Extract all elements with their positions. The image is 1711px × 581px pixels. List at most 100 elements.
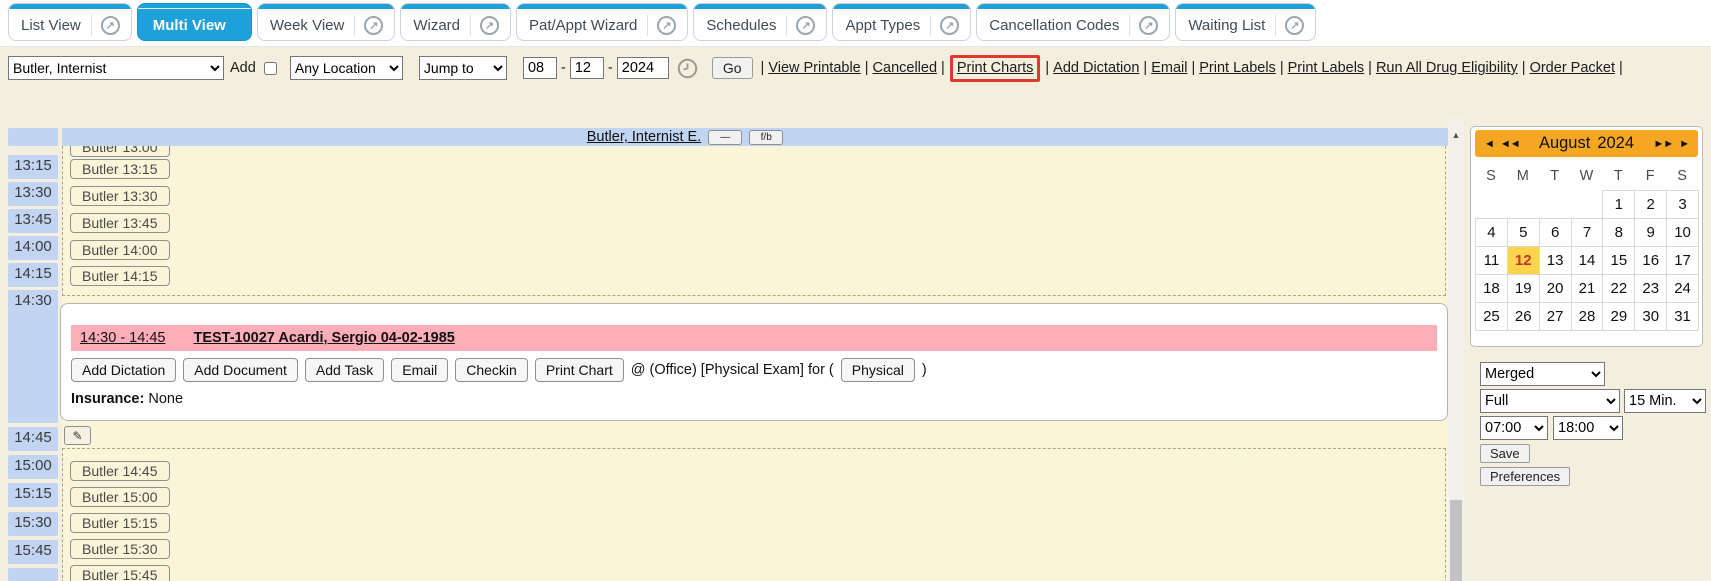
slot-button-butler-14-00[interactable]: Butler 14:00 [70, 240, 170, 260]
day-cell-14[interactable]: 14 [1571, 246, 1604, 275]
day-cell-4[interactable]: 4 [1475, 218, 1508, 247]
day-cell-22[interactable]: 22 [1602, 274, 1635, 303]
external-link-icon[interactable]: ↗ [480, 16, 499, 35]
slot-button-butler-13-45[interactable]: Butler 13:45 [70, 213, 170, 233]
day-cell-24[interactable]: 24 [1666, 274, 1699, 303]
tab-wizard[interactable]: Wizard↗ [400, 3, 511, 41]
scrollbar-up-arrow-icon[interactable]: ▲ [1448, 130, 1464, 140]
slot-button-butler-13-30[interactable]: Butler 13:30 [70, 186, 170, 206]
day-cell-7[interactable]: 7 [1571, 218, 1604, 247]
size-select[interactable]: Full [1480, 389, 1620, 413]
add-task-button[interactable]: Add Task [305, 358, 384, 382]
add-dictation-button[interactable]: Add Dictation [71, 358, 176, 382]
day-cell-2[interactable]: 2 [1634, 190, 1667, 219]
add-checkbox[interactable] [264, 62, 277, 75]
external-link-icon[interactable]: ↗ [1285, 16, 1304, 35]
print-chart-button[interactable]: Print Chart [535, 358, 624, 382]
slot-button-butler-15-45[interactable]: Butler 15:45 [70, 565, 170, 581]
day-cell-9[interactable]: 9 [1634, 218, 1667, 247]
day-cell-10[interactable]: 10 [1666, 218, 1699, 247]
day-cell-26[interactable]: 26 [1507, 302, 1540, 331]
day-cell-3[interactable]: 3 [1666, 190, 1699, 219]
tab-appt-types[interactable]: Appt Types↗ [832, 3, 971, 41]
slot-button-butler-15-15[interactable]: Butler 15:15 [70, 513, 170, 533]
day-cell-8[interactable]: 8 [1602, 218, 1635, 247]
day-cell-11[interactable]: 11 [1475, 246, 1508, 275]
day-cell-27[interactable]: 27 [1539, 302, 1572, 331]
interval-select[interactable]: 15 Min. [1624, 389, 1706, 413]
link-print-labels-2[interactable]: Print Labels [1288, 60, 1365, 76]
day-cell-19[interactable]: 19 [1507, 274, 1540, 303]
day-cell-15[interactable]: 15 [1602, 246, 1635, 275]
day-cell-30[interactable]: 30 [1634, 302, 1667, 331]
calendar-fast-prev-icon[interactable]: ◄◄ [1497, 138, 1523, 150]
slot-button-butler-15-00[interactable]: Butler 15:00 [70, 487, 170, 507]
view-mode-select[interactable]: Merged [1480, 362, 1605, 386]
day-cell-29[interactable]: 29 [1602, 302, 1635, 331]
minimize-column-button[interactable]: — [708, 130, 742, 145]
tab-cancellation-codes[interactable]: Cancellation Codes↗ [976, 3, 1170, 41]
day-cell-18[interactable]: 18 [1475, 274, 1508, 303]
day-cell-25[interactable]: 25 [1475, 302, 1508, 331]
external-link-icon[interactable]: ↗ [101, 16, 120, 35]
date-year-input[interactable] [617, 57, 669, 79]
day-cell-23[interactable]: 23 [1634, 274, 1667, 303]
day-cell-5[interactable]: 5 [1507, 218, 1540, 247]
slot-button-butler-15-30[interactable]: Butler 15:30 [70, 539, 170, 559]
link-email[interactable]: Email [1151, 60, 1187, 76]
day-cell-12[interactable]: 12 [1507, 246, 1540, 275]
fb-button[interactable]: f/b [749, 130, 783, 145]
clock-icon[interactable] [677, 58, 698, 79]
tab-list-view[interactable]: List View↗ [8, 3, 132, 41]
add-document-button[interactable]: Add Document [183, 358, 298, 382]
link-cancelled[interactable]: Cancelled [873, 60, 938, 76]
checkin-button[interactable]: Checkin [455, 358, 528, 382]
calendar-fast-next-icon[interactable]: ►► [1650, 138, 1676, 150]
link-view-printable[interactable]: View Printable [768, 60, 860, 76]
appointment-time-link[interactable]: 14:30 - 14:45 [80, 330, 165, 346]
tab-week-view[interactable]: Week View↗ [257, 3, 395, 41]
day-cell-20[interactable]: 20 [1539, 274, 1572, 303]
external-link-icon[interactable]: ↗ [796, 16, 815, 35]
edit-slot-button[interactable]: ✎ [64, 426, 91, 445]
slot-button-butler-13-15[interactable]: Butler 13:15 [70, 159, 170, 179]
day-cell-1[interactable]: 1 [1602, 190, 1635, 219]
tab-schedules[interactable]: Schedules↗ [693, 3, 827, 41]
appointment-type-button[interactable]: Physical [841, 358, 915, 382]
day-cell-31[interactable]: 31 [1666, 302, 1699, 331]
location-select[interactable]: Any Location [290, 56, 403, 80]
date-month-input[interactable] [523, 57, 557, 79]
patient-link[interactable]: TEST-10027 Acardi, Sergio 04-02-1985 [193, 330, 454, 346]
tab-waiting-list[interactable]: Waiting List↗ [1175, 3, 1316, 41]
provider-select[interactable]: Butler, Internist [8, 56, 224, 80]
date-day-input[interactable] [570, 57, 604, 79]
email-button[interactable]: Email [391, 358, 448, 382]
calendar-prev-icon[interactable]: ◄ [1481, 138, 1497, 150]
external-link-icon[interactable]: ↗ [1139, 16, 1158, 35]
day-cell-17[interactable]: 17 [1666, 246, 1699, 275]
day-cell-13[interactable]: 13 [1539, 246, 1572, 275]
slot-button-butler-14-15[interactable]: Butler 14:15 [70, 266, 170, 286]
link-print-charts[interactable]: Print Charts [957, 60, 1034, 76]
external-link-icon[interactable]: ↗ [364, 16, 383, 35]
external-link-icon[interactable]: ↗ [657, 16, 676, 35]
jump-to-select[interactable]: Jump to [419, 56, 507, 80]
calendar-next-icon[interactable]: ► [1676, 138, 1692, 150]
external-link-icon[interactable]: ↗ [940, 16, 959, 35]
day-cell-6[interactable]: 6 [1539, 218, 1572, 247]
link-order-packet[interactable]: Order Packet [1530, 60, 1615, 76]
save-button[interactable]: Save [1480, 444, 1530, 463]
slot-button-butler-14-45[interactable]: Butler 14:45 [70, 461, 170, 481]
link-add-dictation[interactable]: Add Dictation [1053, 60, 1139, 76]
provider-link[interactable]: Butler, Internist E. [587, 129, 701, 145]
link-run-all-drug-eligibility[interactable]: Run All Drug Eligibility [1376, 60, 1518, 76]
start-time-select[interactable]: 07:00 [1480, 416, 1548, 440]
day-cell-16[interactable]: 16 [1634, 246, 1667, 275]
scrollbar-thumb[interactable] [1450, 500, 1462, 581]
tab-pat-appt-wizard[interactable]: Pat/Appt Wizard↗ [516, 3, 688, 41]
day-cell-28[interactable]: 28 [1571, 302, 1604, 331]
day-cell-21[interactable]: 21 [1571, 274, 1604, 303]
preferences-button[interactable]: Preferences [1480, 467, 1570, 486]
link-print-labels[interactable]: Print Labels [1199, 60, 1276, 76]
tab-multi-view[interactable]: Multi View [137, 3, 252, 41]
